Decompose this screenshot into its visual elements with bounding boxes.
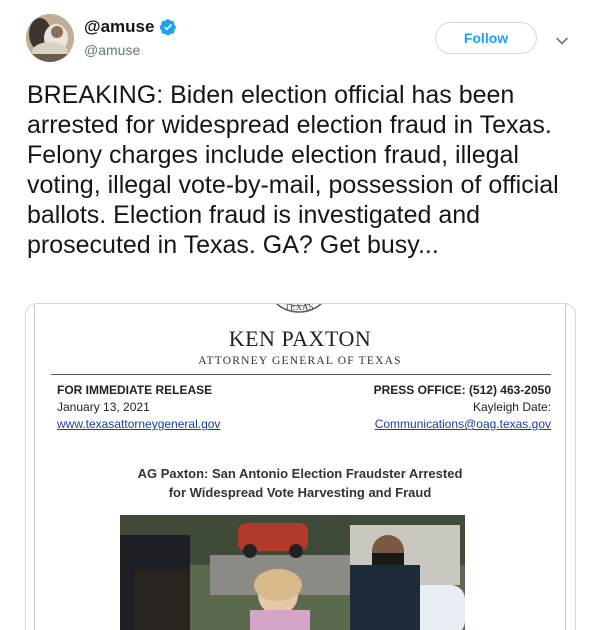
display-name[interactable]: @amuse bbox=[84, 17, 154, 37]
avatar[interactable] bbox=[26, 14, 74, 62]
headline-line-1: AG Paxton: San Antonio Election Fraudste… bbox=[137, 466, 463, 481]
document-title: KEN PAXTON bbox=[228, 326, 372, 351]
arrest-photo bbox=[120, 515, 465, 630]
name-row: @amuse bbox=[84, 17, 177, 37]
verified-badge-icon bbox=[159, 18, 177, 36]
chevron-down-icon[interactable] bbox=[555, 33, 569, 45]
tweet-text: BREAKING: Biden election official has be… bbox=[27, 81, 559, 259]
divider bbox=[51, 374, 551, 375]
press-office-meta: PRESS OFFICE: (512) 463-2050 Kayleigh Da… bbox=[374, 382, 551, 433]
release-meta: FOR IMMEDIATE RELEASE January 13, 2021 w… bbox=[57, 382, 220, 433]
seal-text: TEXAS bbox=[285, 303, 314, 312]
release-date: January 13, 2021 bbox=[57, 400, 150, 414]
contact-name: Kayleigh Date: bbox=[472, 400, 551, 414]
release-label: FOR IMMEDIATE RELEASE bbox=[57, 383, 213, 397]
handle[interactable]: @amuse bbox=[84, 42, 140, 58]
press-headline: AG Paxton: San Antonio Election Fraudste… bbox=[35, 464, 565, 502]
follow-button[interactable]: Follow bbox=[435, 22, 537, 54]
document-subtitle: ATTORNEY GENERAL OF TEXAS bbox=[198, 355, 402, 367]
tweet-media[interactable]: TEXAS KEN PAXTON ATTORNEY GENERAL OF TEX… bbox=[25, 303, 576, 630]
press-release-image: TEXAS KEN PAXTON ATTORNEY GENERAL OF TEX… bbox=[34, 304, 566, 630]
tweet-header: @amuse @amuse Follow bbox=[0, 0, 600, 72]
email-link: Communications@oag.texas.gov bbox=[374, 417, 551, 431]
press-office: PRESS OFFICE: (512) 463-2050 bbox=[373, 383, 551, 397]
headline-line-2: for Widespread Vote Harvesting and Fraud bbox=[168, 485, 432, 500]
texas-seal-icon: TEXAS bbox=[259, 303, 339, 316]
website-link: www.texasattorneygeneral.gov bbox=[57, 417, 221, 431]
